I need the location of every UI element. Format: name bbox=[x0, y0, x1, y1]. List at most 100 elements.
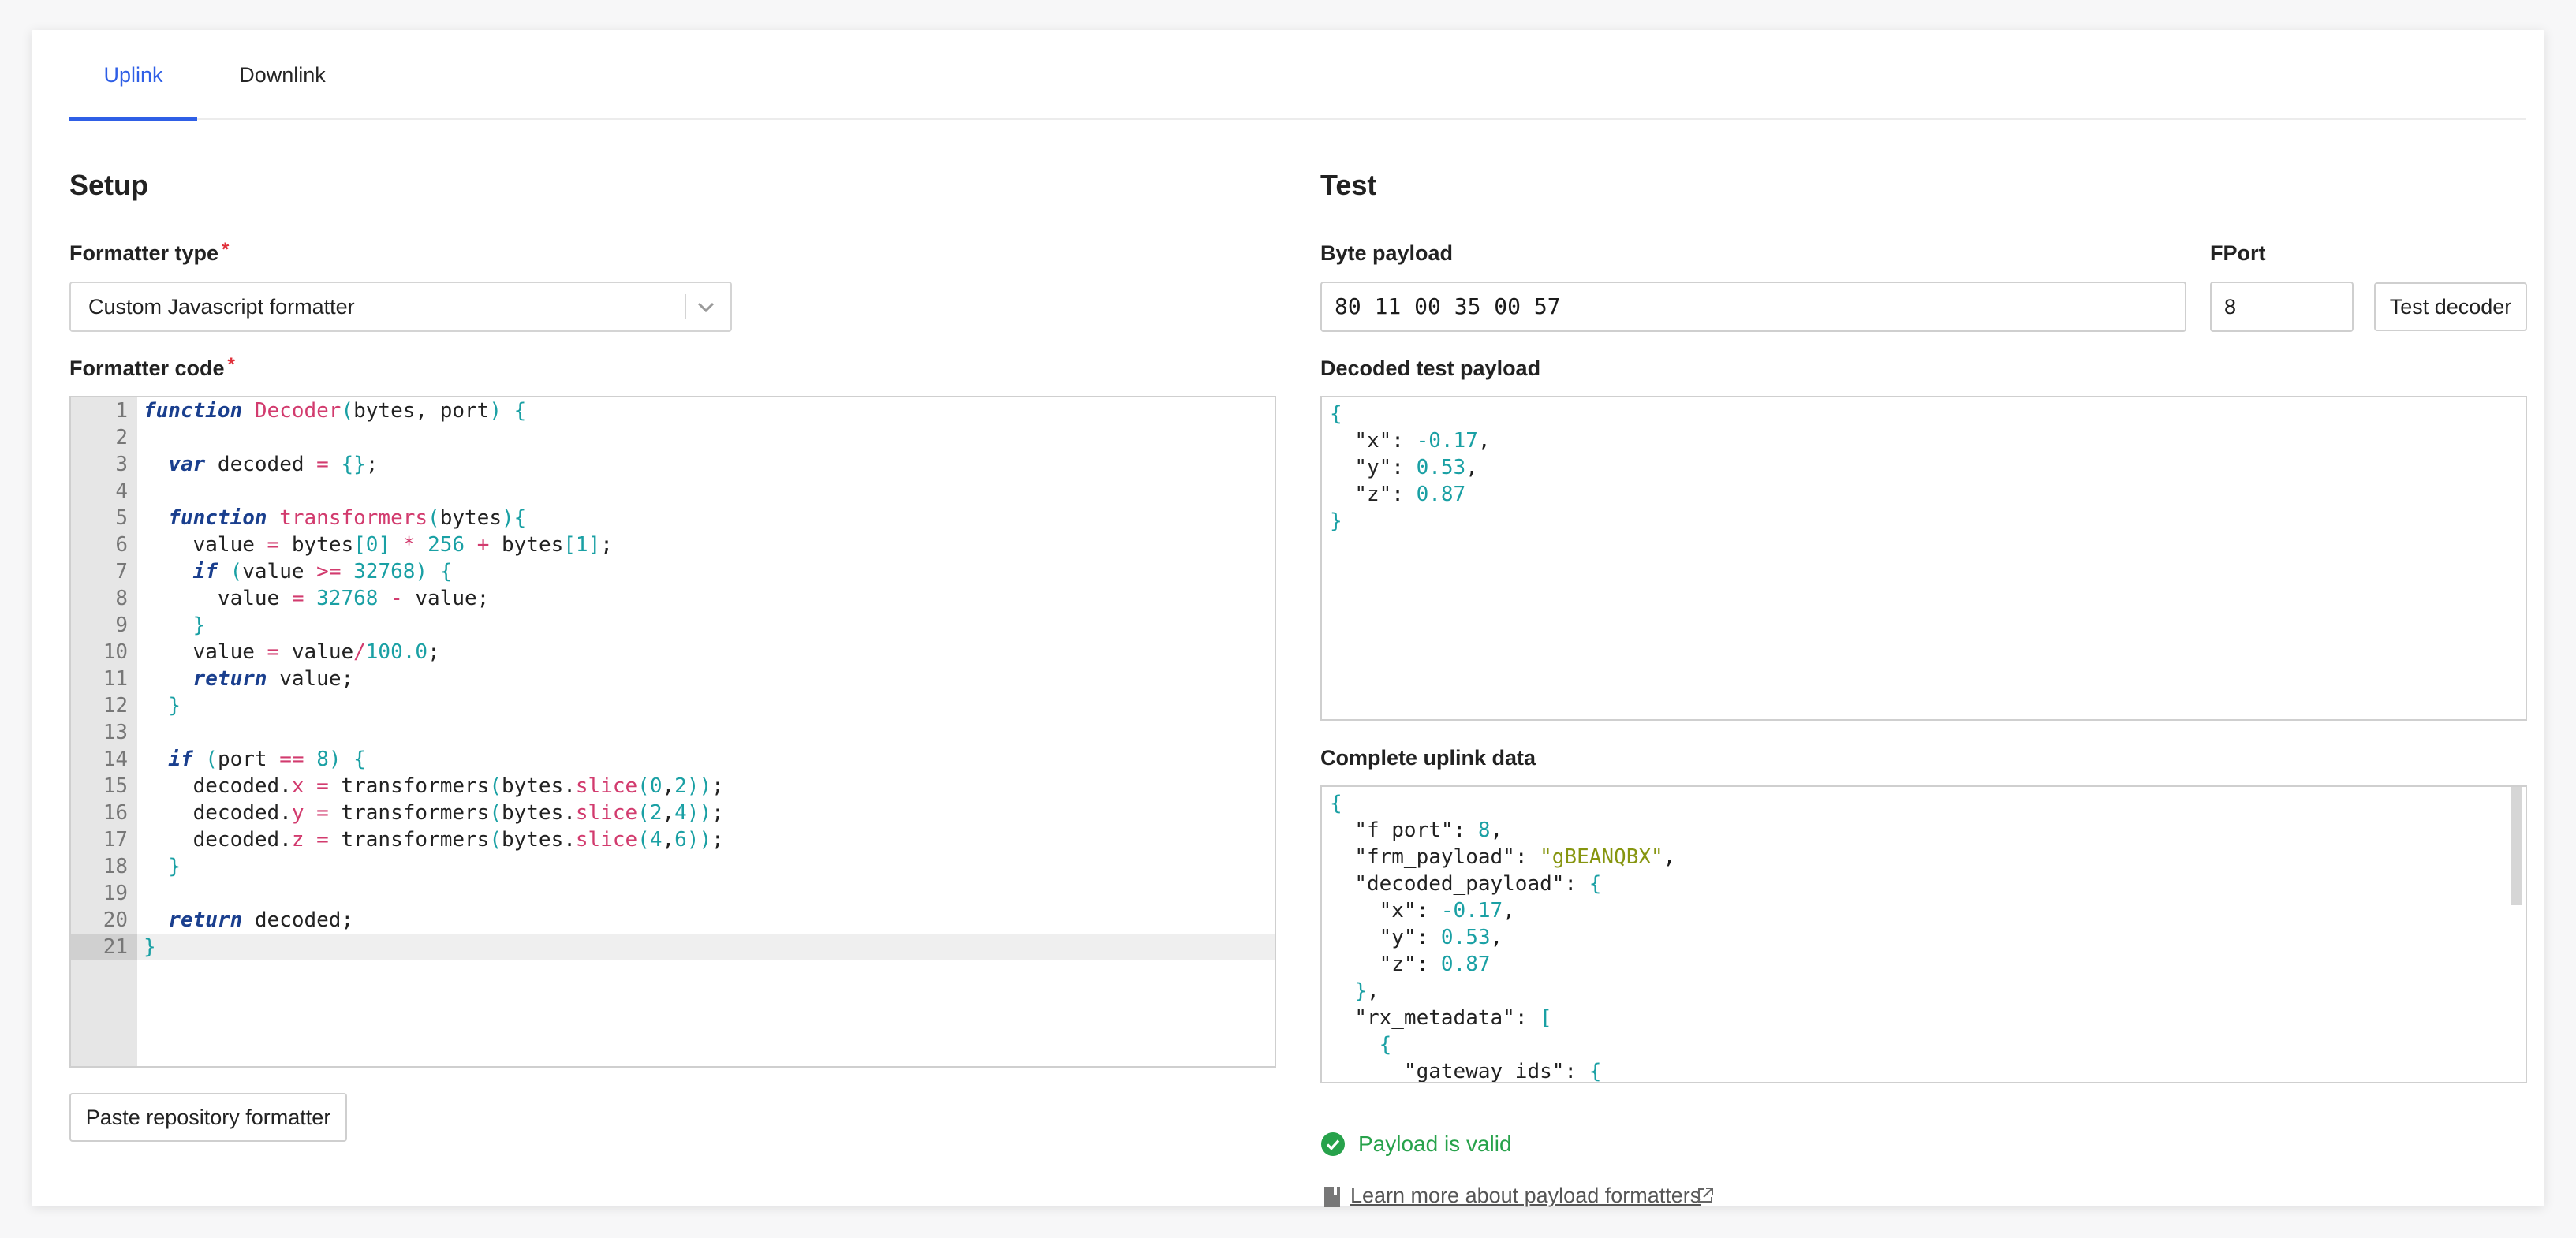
code-text: function transformers(bytes){ bbox=[168, 506, 527, 530]
line-number: 3 bbox=[115, 453, 128, 476]
code-text: if (value >= 32768) { bbox=[192, 560, 453, 584]
code-text: value = 32768 - value; bbox=[144, 587, 490, 610]
line-number: 18 bbox=[103, 855, 128, 878]
json-line: "z": 0.87 bbox=[1379, 953, 1491, 976]
line-number: 7 bbox=[115, 560, 128, 584]
json-line: } bbox=[1330, 509, 1342, 533]
json-line: { bbox=[1330, 792, 1342, 815]
book-icon bbox=[1324, 1187, 1340, 1207]
code-line[interactable]: 8 value = 32768 - value; bbox=[71, 585, 1275, 612]
json-line: "gateway_ids": { bbox=[1403, 1060, 1602, 1083]
code-text: return value; bbox=[192, 667, 354, 691]
code-editor[interactable]: 1 function Decoder(bytes, port) {2 3 var d… bbox=[69, 396, 1276, 1068]
line-number: 6 bbox=[115, 533, 128, 557]
code-text: value = value/100.0; bbox=[144, 640, 440, 664]
byte-payload-input[interactable]: 80 11 00 35 00 57 bbox=[1320, 282, 2186, 332]
code-line[interactable]: 17 decoded.z = transformers(bytes.slice(… bbox=[71, 826, 1275, 853]
code-line[interactable]: 12 } bbox=[71, 692, 1275, 719]
complete-uplink-data-label: Complete uplink data bbox=[1320, 746, 1536, 770]
code-line[interactable]: 5 function transformers(bytes){ bbox=[71, 505, 1275, 531]
required-mark: * bbox=[227, 354, 235, 375]
payload-valid-text: Payload is valid bbox=[1358, 1132, 1512, 1156]
line-number: 20 bbox=[103, 908, 128, 932]
json-line: "rx_metadata": [ bbox=[1354, 1006, 1552, 1030]
check-circle-icon bbox=[1321, 1132, 1345, 1156]
code-text: if (port == 8) { bbox=[168, 748, 366, 771]
formatter-type-value: Custom Javascript formatter bbox=[88, 295, 355, 319]
code-line[interactable]: 18 } bbox=[71, 853, 1275, 880]
external-link-icon[interactable] bbox=[1696, 1186, 1715, 1205]
line-number: 21 bbox=[71, 934, 137, 960]
code-line[interactable]: 6 value = bytes[0] * 256 + bytes[1]; bbox=[71, 531, 1275, 558]
test-heading: Test bbox=[1320, 169, 1377, 201]
formatter-type-select[interactable]: Custom Javascript formatter bbox=[69, 282, 732, 332]
code-text: decoded.z = transformers(bytes.slice(4,6… bbox=[144, 828, 724, 852]
code-line[interactable]: 11 return value; bbox=[71, 666, 1275, 692]
fport-input[interactable]: 8 bbox=[2210, 282, 2354, 332]
code-line[interactable]: 13 bbox=[71, 719, 1275, 746]
code-line[interactable]: 7 if (value >= 32768) { bbox=[71, 558, 1275, 585]
formatter-code-label-text: Formatter code bbox=[69, 356, 225, 380]
code-text: value = bytes[0] * 256 + bytes[1]; bbox=[144, 533, 613, 557]
json-line: "decoded_payload": { bbox=[1354, 872, 1602, 896]
json-line: "frm_payload": "gBEANQBX", bbox=[1354, 845, 1676, 869]
formatter-type-label: Formatter type * bbox=[69, 239, 230, 266]
code-text: return decoded; bbox=[168, 908, 354, 932]
code-line[interactable]: 15 decoded.x = transformers(bytes.slice(… bbox=[71, 773, 1275, 800]
code-text: var decoded = {}; bbox=[168, 453, 379, 476]
code-line[interactable]: 20 return decoded; bbox=[71, 907, 1275, 934]
line-number: 1 bbox=[115, 399, 128, 423]
code-text: function Decoder(bytes, port) { bbox=[144, 399, 527, 423]
line-number: 5 bbox=[115, 506, 128, 530]
code-line[interactable]: 1 function Decoder(bytes, port) { bbox=[71, 397, 1275, 424]
json-line: { bbox=[1330, 402, 1342, 426]
json-line: "z": 0.87 bbox=[1354, 483, 1466, 506]
code-text: } bbox=[144, 935, 156, 959]
test-decoder-button[interactable]: Test decoder bbox=[2374, 282, 2527, 331]
formatter-type-label-text: Formatter type bbox=[69, 241, 219, 265]
json-line: "x": -0.17, bbox=[1379, 899, 1515, 923]
code-text: } bbox=[192, 613, 206, 637]
json-line: { bbox=[1379, 1033, 1392, 1057]
byte-payload-label: Byte payload bbox=[1320, 241, 1454, 265]
setup-heading: Setup bbox=[69, 169, 149, 201]
chevron-down-icon[interactable] bbox=[694, 294, 718, 319]
code-line[interactable]: 21} bbox=[71, 934, 1275, 960]
complete-uplink-data-output[interactable]: { "f_port": 8, "frm_payload": "gBEANQBX"… bbox=[1320, 785, 2527, 1083]
line-number: 8 bbox=[115, 587, 128, 610]
code-line[interactable]: 3 var decoded = {}; bbox=[71, 451, 1275, 478]
code-line[interactable]: 14 if (port == 8) { bbox=[71, 746, 1275, 773]
line-number: 9 bbox=[115, 613, 128, 637]
code-line[interactable]: 9 } bbox=[71, 612, 1275, 639]
line-number: 17 bbox=[103, 828, 128, 852]
line-number: 2 bbox=[115, 426, 128, 449]
code-line[interactable]: 16 decoded.y = transformers(bytes.slice(… bbox=[71, 800, 1275, 826]
json-line: "f_port": 8, bbox=[1354, 818, 1503, 842]
line-number: 13 bbox=[103, 721, 128, 744]
learn-more-link[interactable]: Learn more about payload formatters bbox=[1350, 1180, 1701, 1211]
json-line: }, bbox=[1354, 979, 1379, 1003]
scrollbar[interactable] bbox=[2511, 787, 2522, 905]
code-line[interactable]: 10 value = value/100.0; bbox=[71, 639, 1275, 666]
line-number: 16 bbox=[103, 801, 128, 825]
code-text: decoded.x = transformers(bytes.slice(0,2… bbox=[144, 774, 724, 798]
tab-downlink[interactable]: Downlink bbox=[211, 30, 353, 120]
line-number: 11 bbox=[103, 667, 128, 691]
code-line[interactable]: 19 bbox=[71, 880, 1275, 907]
tab-bar: Uplink Downlink bbox=[69, 30, 2526, 121]
line-number: 4 bbox=[115, 479, 128, 503]
code-text: } bbox=[168, 855, 181, 878]
fport-label: FPort bbox=[2210, 241, 2266, 265]
tab-uplink[interactable]: Uplink bbox=[69, 30, 197, 121]
code-line[interactable]: 2 bbox=[71, 424, 1275, 451]
select-separator bbox=[685, 294, 686, 319]
json-line: "x": -0.17, bbox=[1354, 429, 1491, 453]
code-text: decoded.y = transformers(bytes.slice(2,4… bbox=[144, 801, 724, 825]
required-mark: * bbox=[222, 239, 230, 260]
paste-repository-formatter-button[interactable]: Paste repository formatter bbox=[69, 1093, 347, 1142]
code-line[interactable]: 4 bbox=[71, 478, 1275, 505]
decoded-test-payload-label: Decoded test payload bbox=[1320, 356, 1541, 380]
decoded-test-payload-output[interactable]: { "x": -0.17, "y": 0.53, "z": 0.87} bbox=[1320, 396, 2527, 721]
line-number: 15 bbox=[103, 774, 128, 798]
line-number: 19 bbox=[103, 882, 128, 905]
